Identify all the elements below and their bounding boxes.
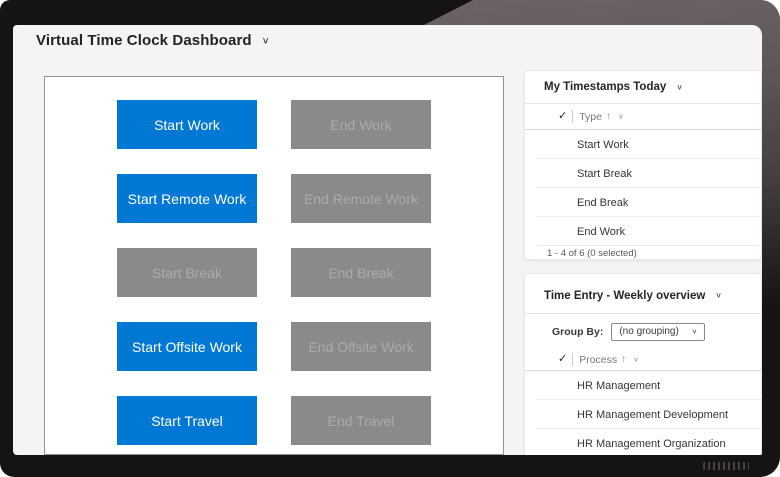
chevron-down-icon[interactable]: ∨ — [676, 82, 683, 91]
end-remote-work-button[interactable]: End Remote Work — [291, 174, 431, 223]
app-screen: Virtual Time Clock Dashboard ∨ Start Wor… — [13, 25, 762, 455]
speaker-grille — [703, 462, 749, 470]
weekly-overview-title: Time Entry - Weekly overview — [544, 290, 705, 302]
start-work-button[interactable]: Start Work — [117, 100, 257, 149]
column-separator — [572, 353, 573, 366]
group-by-value: (no grouping) — [619, 326, 678, 337]
type-column-label[interactable]: Type — [579, 111, 602, 123]
start-offsite-work-button[interactable]: Start Offsite Work — [117, 322, 257, 371]
record-count-status: 1 - 4 of 6 (0 selected) — [525, 246, 761, 260]
timestamp-row[interactable]: Start Work — [525, 130, 761, 159]
process-row[interactable]: HR Management — [525, 371, 761, 400]
clock-button-grid: Start Work End Work Start Remote Work En… — [117, 100, 431, 445]
check-icon[interactable]: ✓ — [558, 111, 567, 122]
start-break-button[interactable]: Start Break — [117, 248, 257, 297]
page-title: Virtual Time Clock Dashboard — [36, 32, 252, 49]
time-clock-panel: Start Work End Work Start Remote Work En… — [44, 76, 504, 455]
group-by-row: Group By: (no grouping) ∨ — [525, 314, 761, 349]
timestamp-row[interactable]: Start Break — [525, 159, 761, 188]
column-separator — [572, 110, 573, 123]
group-by-select[interactable]: (no grouping) ∨ — [611, 323, 705, 341]
chevron-down-icon: ∨ — [691, 328, 697, 336]
group-by-label: Group By: — [552, 326, 603, 338]
my-timestamps-title: My Timestamps Today — [544, 81, 666, 93]
sort-ascending-icon[interactable]: ↑ — [606, 112, 611, 122]
chevron-down-icon[interactable]: ∨ — [715, 291, 722, 300]
my-timestamps-card: My Timestamps Today ∨ ✓ Type ↑ ∨ Start W… — [524, 70, 762, 260]
my-timestamps-header[interactable]: My Timestamps Today ∨ — [525, 71, 761, 104]
process-row[interactable]: HR Management Organization — [525, 429, 761, 455]
start-travel-button[interactable]: Start Travel — [117, 396, 257, 445]
check-icon[interactable]: ✓ — [558, 354, 567, 365]
process-row[interactable]: HR Management Development — [525, 400, 761, 429]
end-break-button[interactable]: End Break — [291, 248, 431, 297]
chevron-down-icon[interactable]: ∨ — [618, 113, 624, 121]
end-travel-button[interactable]: End Travel — [291, 396, 431, 445]
timestamp-row[interactable]: End Work — [525, 217, 761, 246]
weekly-column-header[interactable]: ✓ Process ↑ ∨ — [525, 349, 761, 371]
page-title-row[interactable]: Virtual Time Clock Dashboard ∨ — [36, 32, 270, 49]
sort-ascending-icon[interactable]: ↑ — [621, 355, 626, 365]
timestamps-column-header[interactable]: ✓ Type ↑ ∨ — [525, 104, 761, 130]
weekly-overview-card: Time Entry - Weekly overview ∨ Group By:… — [524, 273, 762, 455]
device-frame: Virtual Time Clock Dashboard ∨ Start Wor… — [0, 0, 780, 477]
end-work-button[interactable]: End Work — [291, 100, 431, 149]
start-remote-work-button[interactable]: Start Remote Work — [117, 174, 257, 223]
chevron-down-icon[interactable]: ∨ — [262, 35, 270, 46]
timestamp-row[interactable]: End Break — [525, 188, 761, 217]
end-offsite-work-button[interactable]: End Offsite Work — [291, 322, 431, 371]
weekly-overview-header[interactable]: Time Entry - Weekly overview ∨ — [525, 274, 761, 314]
process-column-label[interactable]: Process — [579, 354, 617, 366]
chevron-down-icon[interactable]: ∨ — [633, 356, 639, 364]
